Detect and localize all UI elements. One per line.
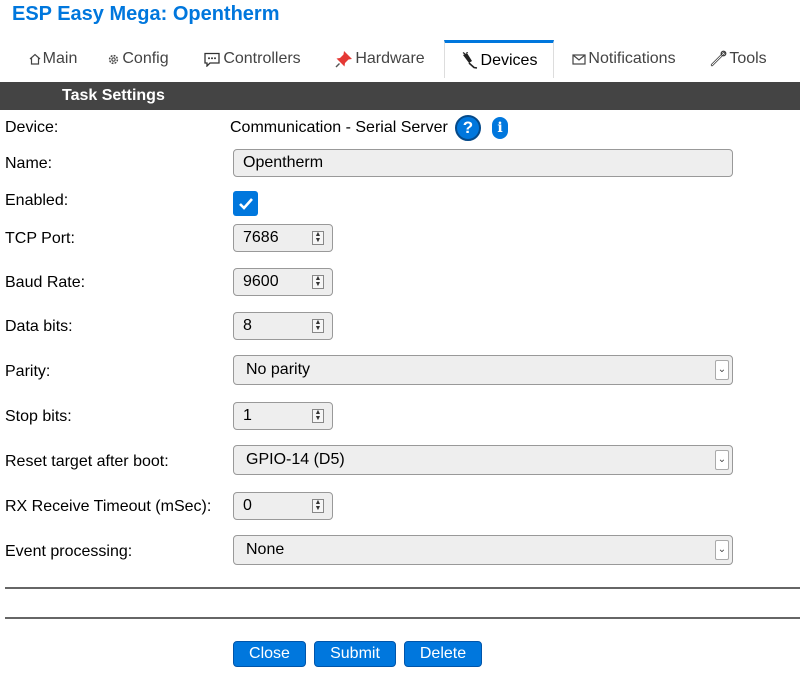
data-bits-label: Data bits: (5, 318, 73, 335)
reset-target-label: Reset target after boot: (5, 453, 169, 470)
name-input[interactable]: Opentherm (233, 149, 733, 177)
tab-label: Hardware (355, 50, 425, 67)
app-title: ESP Easy Mega: Opentherm (12, 3, 280, 25)
gear-icon (107, 53, 120, 66)
baud-rate-spinner[interactable]: ▲ ▼ (312, 275, 324, 289)
wrench-icon (709, 50, 727, 68)
tcp-port-input[interactable]: 7686 ▲ ▼ (233, 224, 333, 252)
tab-controllers[interactable]: Controllers (192, 40, 312, 78)
rx-timeout-label: RX Receive Timeout (mSec): (5, 498, 212, 515)
info-icon-glyph: i (497, 120, 503, 136)
tab-label: Main (42, 50, 78, 67)
reset-target-value: GPIO-14 (D5) (246, 451, 345, 468)
tab-tools[interactable]: Tools (698, 40, 778, 78)
rx-timeout-value: 0 (243, 497, 252, 514)
baud-rate-label: Baud Rate: (5, 274, 86, 291)
tab-label: Devices (480, 51, 538, 69)
tab-label: Tools (729, 50, 767, 67)
data-bits-value: 8 (243, 317, 252, 334)
tcp-port-label: TCP Port: (5, 230, 75, 247)
chevron-down-icon: ⌄ (715, 450, 729, 470)
event-processing-value: None (246, 541, 285, 558)
stop-bits-spinner[interactable]: ▲ ▼ (312, 409, 324, 423)
stop-bits-label: Stop bits: (5, 408, 72, 425)
stop-bits-value: 1 (243, 407, 252, 424)
rx-timeout-input[interactable]: 0 ▲ ▼ (233, 492, 333, 520)
checkmark-icon (238, 198, 253, 210)
data-bits-input[interactable]: 8 ▲ ▼ (233, 312, 333, 340)
envelope-icon (572, 53, 587, 65)
tab-hardware[interactable]: Hardware (326, 40, 434, 78)
info-icon[interactable]: i (492, 117, 508, 139)
reset-target-select[interactable]: GPIO-14 (D5) ⌄ (233, 445, 733, 475)
data-bits-spinner[interactable]: ▲ ▼ (312, 319, 324, 333)
parity-value: No parity (246, 361, 311, 378)
enabled-checkbox[interactable] (233, 191, 258, 216)
baud-rate-input[interactable]: 9600 ▲ ▼ (233, 268, 333, 296)
tab-notifications[interactable]: Notifications (564, 40, 684, 78)
tab-label: Controllers (223, 50, 301, 67)
tab-bar: Main Config Controllers Hardware Devices… (0, 40, 800, 78)
home-icon (29, 53, 41, 65)
tab-label: Config (122, 50, 169, 67)
divider (5, 617, 800, 619)
submit-button[interactable]: Submit (314, 641, 396, 667)
tab-config[interactable]: Config (98, 40, 178, 78)
pin-icon (335, 50, 353, 68)
help-icon-glyph: ? (462, 118, 474, 137)
device-label: Device: (5, 119, 59, 136)
divider (5, 587, 800, 589)
baud-rate-value: 9600 (243, 273, 279, 290)
delete-button[interactable]: Delete (404, 641, 482, 667)
tab-main[interactable]: Main (18, 40, 88, 78)
tab-devices[interactable]: Devices (444, 40, 554, 78)
tcp-port-spinner[interactable]: ▲ ▼ (312, 231, 324, 245)
event-processing-label: Event processing: (5, 543, 133, 560)
enabled-label: Enabled: (5, 192, 69, 209)
parity-select[interactable]: No parity ⌄ (233, 355, 733, 385)
tcp-port-value: 7686 (243, 229, 279, 246)
close-button[interactable]: Close (233, 641, 306, 667)
rx-timeout-spinner[interactable]: ▲ ▼ (312, 499, 324, 513)
chevron-down-icon: ⌄ (715, 360, 729, 380)
device-value: Communication - Serial Server (230, 119, 448, 136)
stop-bits-input[interactable]: 1 ▲ ▼ (233, 402, 333, 430)
section-header-task-settings: Task Settings (0, 82, 800, 110)
help-icon[interactable]: ? (455, 115, 481, 141)
event-processing-select[interactable]: None ⌄ (233, 535, 733, 565)
chevron-down-icon: ⌄ (715, 540, 729, 560)
plug-icon (461, 52, 479, 69)
tab-label: Notifications (588, 50, 676, 67)
chat-icon (203, 52, 221, 67)
name-label: Name: (5, 155, 53, 172)
parity-label: Parity: (5, 363, 51, 380)
